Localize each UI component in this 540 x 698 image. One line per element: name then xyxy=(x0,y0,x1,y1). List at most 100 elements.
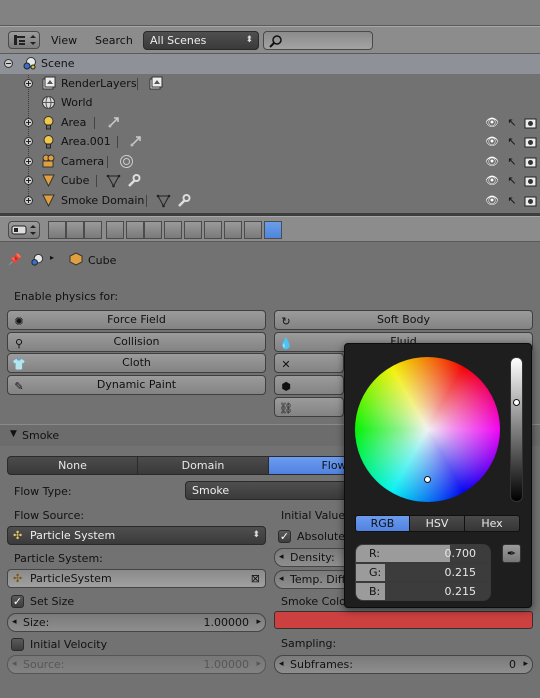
render-camera-icon[interactable] xyxy=(524,154,538,169)
red-channel-field[interactable]: R: 0.700 xyxy=(355,544,491,563)
flow-source-dropdown[interactable]: ✣ Particle System ⬍ xyxy=(7,526,266,545)
collapse-icon[interactable]: − xyxy=(4,59,13,68)
expand-icon[interactable]: + xyxy=(24,176,33,185)
smoke-color-swatch[interactable] xyxy=(274,611,533,629)
render-camera-icon[interactable] xyxy=(524,193,538,208)
particles-icon: ✣ xyxy=(13,572,23,585)
world-icon xyxy=(42,96,55,109)
mesh-data-icon[interactable] xyxy=(156,193,171,208)
mesh-data-icon[interactable] xyxy=(106,173,121,188)
material-tab-icon[interactable] xyxy=(204,221,222,239)
display-mode-dropdown[interactable]: All Scenes ⬍ xyxy=(143,31,259,50)
cloth-button[interactable]: 👕 Cloth xyxy=(7,353,266,373)
data-tab-icon[interactable] xyxy=(184,221,202,239)
tree-row-cube[interactable]: + Cube 👁 ↖ xyxy=(0,171,540,191)
selectable-cursor-icon[interactable]: ↖ xyxy=(505,115,519,130)
increment-arrow-icon[interactable]: ▸ xyxy=(523,656,528,673)
cloth-icon: 👕 xyxy=(12,358,26,371)
separator xyxy=(107,155,108,168)
render-camera-icon[interactable] xyxy=(524,134,538,149)
visibility-eye-icon[interactable]: 👁 xyxy=(485,173,499,188)
scene-tab-icon[interactable] xyxy=(84,221,102,239)
search-input[interactable] xyxy=(263,31,373,50)
soft-body-button[interactable]: ↻ Soft Body xyxy=(274,310,533,330)
world-tab-icon[interactable] xyxy=(106,221,124,239)
picker-tab-rgb[interactable]: RGB xyxy=(355,515,410,532)
wrench-icon[interactable] xyxy=(126,173,141,188)
camera-data-icon[interactable] xyxy=(119,154,134,169)
source-value: 1.00000 xyxy=(203,658,250,671)
decrement-arrow-icon[interactable]: ◂ xyxy=(279,656,284,673)
tree-row-scene[interactable]: − Scene xyxy=(0,54,540,74)
selectable-cursor-icon[interactable]: ↖ xyxy=(505,154,519,169)
color-wheel-cursor[interactable] xyxy=(424,476,431,483)
picker-tab-hex[interactable]: Hex xyxy=(464,515,520,532)
subframes-field[interactable]: ◂ Subframes: 0 ▸ xyxy=(274,655,533,674)
visibility-eye-icon[interactable]: 👁 xyxy=(485,154,499,169)
decrement-arrow-icon[interactable]: ◂ xyxy=(279,571,284,588)
smoke-type-domain[interactable]: Domain xyxy=(137,456,269,475)
absolute-checkbox[interactable]: ✓ xyxy=(278,530,291,543)
decrement-arrow-icon[interactable]: ◂ xyxy=(279,549,284,566)
modifiers-tab-icon[interactable] xyxy=(164,221,182,239)
tree-row-smoke-domain[interactable]: + Smoke Domain 👁 ↖ xyxy=(0,191,540,211)
green-channel-field[interactable]: G: 0.215 xyxy=(355,563,491,582)
blue-channel-field[interactable]: B: 0.215 xyxy=(355,582,491,601)
expand-icon[interactable]: + xyxy=(24,78,33,88)
wrench-icon[interactable] xyxy=(176,193,191,208)
render-layer-icon[interactable] xyxy=(148,76,163,91)
editor-type-button[interactable] xyxy=(8,221,40,239)
tree-row-area[interactable]: + Area 👁 ↖ xyxy=(0,113,540,133)
picker-tab-hsv[interactable]: HSV xyxy=(409,515,465,532)
particle-system-field[interactable]: ✣ ParticleSystem ⊠ xyxy=(7,569,266,588)
smoke-button[interactable]: ✕ xyxy=(274,353,344,373)
render-camera-icon[interactable] xyxy=(524,115,538,130)
selectable-cursor-icon[interactable]: ↖ xyxy=(505,173,519,188)
constraints-tab-icon[interactable] xyxy=(144,221,162,239)
density-field[interactable]: ◂ Density: xyxy=(274,548,354,567)
pin-icon[interactable]: 📌 xyxy=(8,253,22,266)
expand-icon[interactable]: + xyxy=(24,195,33,205)
smoke-type-none[interactable]: None xyxy=(7,456,138,475)
tree-row-camera[interactable]: + Camera 👁 ↖ xyxy=(0,152,540,172)
initial-velocity-checkbox[interactable] xyxy=(11,638,24,651)
object-tab-icon[interactable] xyxy=(126,221,144,239)
collision-button[interactable]: ⚲ Collision xyxy=(7,332,266,352)
rigid-body-button[interactable]: ⬢ xyxy=(274,375,344,395)
physics-tab-icon[interactable] xyxy=(264,221,282,239)
expand-icon[interactable]: + xyxy=(24,117,33,127)
lamp-data-icon[interactable] xyxy=(128,134,143,149)
set-size-checkbox[interactable]: ✓ xyxy=(11,595,24,608)
temp-diff-field[interactable]: ◂ Temp. Diff.: xyxy=(274,570,354,589)
render-layers-tab-icon[interactable] xyxy=(66,221,84,239)
force-field-button[interactable]: ✺ Force Field xyxy=(7,310,266,330)
decrement-arrow-icon[interactable]: ◂ xyxy=(12,614,17,631)
size-field[interactable]: ◂ Size: 1.00000 ▸ xyxy=(7,613,266,632)
visibility-eye-icon[interactable]: 👁 xyxy=(485,115,499,130)
lamp-data-icon[interactable] xyxy=(106,115,121,130)
render-tab-icon[interactable] xyxy=(48,221,66,239)
increment-arrow-icon[interactable]: ▸ xyxy=(256,614,261,631)
visibility-eye-icon[interactable]: 👁 xyxy=(485,134,499,149)
tree-row-world[interactable]: World xyxy=(0,93,540,113)
eyedropper-button[interactable]: ✒ xyxy=(502,544,521,563)
texture-tab-icon[interactable] xyxy=(224,221,242,239)
dynamic-paint-button[interactable]: ✎ Dynamic Paint xyxy=(7,375,266,395)
rigid-body-constraint-button[interactable]: ⛓ xyxy=(274,397,344,417)
expand-icon[interactable]: + xyxy=(24,156,33,166)
selectable-cursor-icon[interactable]: ↖ xyxy=(505,134,519,149)
value-slider[interactable] xyxy=(510,357,523,502)
particles-tab-icon[interactable] xyxy=(244,221,262,239)
value-slider-handle[interactable] xyxy=(513,398,520,406)
menu-search[interactable]: Search xyxy=(95,32,133,50)
tree-row-area001[interactable]: + Area.001 👁 ↖ xyxy=(0,132,540,152)
clear-icon[interactable]: ⊠ xyxy=(251,570,260,587)
editor-type-button[interactable] xyxy=(8,31,40,49)
visibility-eye-icon[interactable]: 👁 xyxy=(485,193,499,208)
tree-row-renderlayers[interactable]: + RenderLayers xyxy=(0,74,540,94)
render-camera-icon[interactable] xyxy=(524,173,538,188)
expand-icon[interactable]: + xyxy=(24,137,33,146)
selectable-cursor-icon[interactable]: ↖ xyxy=(505,193,519,208)
color-wheel[interactable] xyxy=(355,357,500,502)
menu-view[interactable]: View xyxy=(51,32,77,50)
